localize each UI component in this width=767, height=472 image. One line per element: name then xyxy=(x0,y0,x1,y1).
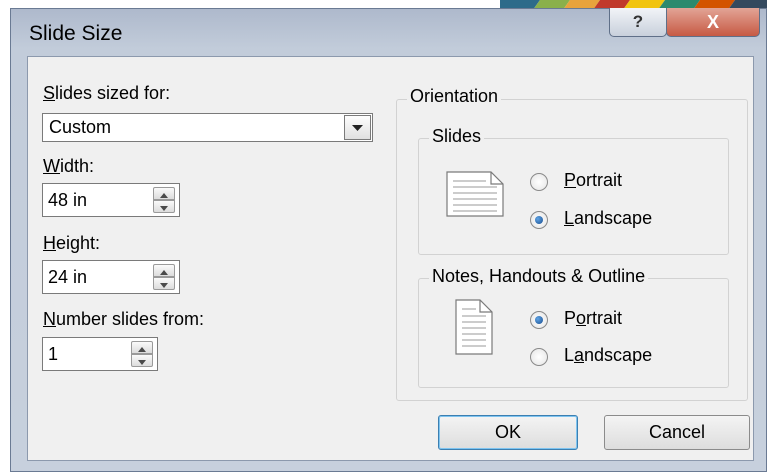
number-slides-from-decrement-button[interactable] xyxy=(131,354,153,367)
slides-portrait-radio[interactable] xyxy=(530,173,548,191)
height-increment-button[interactable] xyxy=(153,264,175,277)
width-increment-button[interactable] xyxy=(153,187,175,200)
orientation-group: Orientation Slides Portrait Landscape No… xyxy=(396,86,748,401)
width-label: Width: xyxy=(43,156,95,176)
slides-landscape-label[interactable]: Landscape xyxy=(564,208,652,229)
chevron-down-icon xyxy=(352,125,363,131)
slides-orientation-title: Slides xyxy=(429,126,485,147)
height-decrement-button[interactable] xyxy=(153,277,175,290)
cancel-button[interactable]: Cancel xyxy=(604,415,750,450)
slides-portrait-label[interactable]: Portrait xyxy=(564,170,622,191)
landscape-page-icon xyxy=(446,171,504,217)
width-stepper xyxy=(153,187,175,213)
notes-portrait-label[interactable]: Portrait xyxy=(564,308,622,329)
slides-landscape-radio[interactable] xyxy=(530,211,548,229)
notes-orientation-group: Notes, Handouts & Outline Portrait Lands… xyxy=(418,266,729,388)
number-slides-from-label: Number slides from: xyxy=(43,309,205,329)
chevron-down-icon xyxy=(138,360,146,365)
width-value: 48 in xyxy=(48,190,88,210)
slide-size-dialog: Slide Size ? X Slides sized for: Custom … xyxy=(10,8,767,472)
slides-orientation-group: Slides Portrait Landscape xyxy=(418,126,729,255)
number-slides-from-stepper xyxy=(131,341,153,367)
orientation-title: Orientation xyxy=(407,86,502,107)
title-bar: Slide Size ? X xyxy=(11,8,766,55)
number-slides-from-increment-button[interactable] xyxy=(131,341,153,354)
dialog-title: Slide Size xyxy=(29,22,123,45)
dialog-body: Slides sized for: Custom Width: 48 in He… xyxy=(27,56,754,461)
notes-orientation-title: Notes, Handouts & Outline xyxy=(429,266,649,287)
notes-landscape-radio[interactable] xyxy=(530,348,548,366)
slides-sized-for-label: Slides sized for: xyxy=(43,83,171,103)
chevron-down-icon xyxy=(160,283,168,288)
height-label: Height: xyxy=(43,233,101,253)
notes-landscape-label[interactable]: Landscape xyxy=(564,345,652,366)
help-icon: ? xyxy=(632,12,644,31)
number-slides-from-value: 1 xyxy=(48,344,59,364)
ok-button[interactable]: OK xyxy=(438,415,578,450)
close-button[interactable]: X xyxy=(666,8,760,37)
height-stepper xyxy=(153,264,175,290)
slides-sized-for-select[interactable]: Custom xyxy=(42,113,373,142)
width-spinner[interactable]: 48 in xyxy=(42,183,180,217)
slides-sized-for-value: Custom xyxy=(49,117,112,137)
chevron-down-icon xyxy=(160,206,168,211)
notes-portrait-radio[interactable] xyxy=(530,311,548,329)
dropdown-arrow-button[interactable] xyxy=(344,115,371,140)
height-value: 24 in xyxy=(48,267,88,287)
help-button[interactable]: ? xyxy=(609,8,667,37)
width-decrement-button[interactable] xyxy=(153,200,175,213)
height-spinner[interactable]: 24 in xyxy=(42,260,180,294)
portrait-page-icon xyxy=(455,299,493,355)
number-slides-from-spinner[interactable]: 1 xyxy=(42,337,158,371)
close-icon: X xyxy=(706,11,719,32)
